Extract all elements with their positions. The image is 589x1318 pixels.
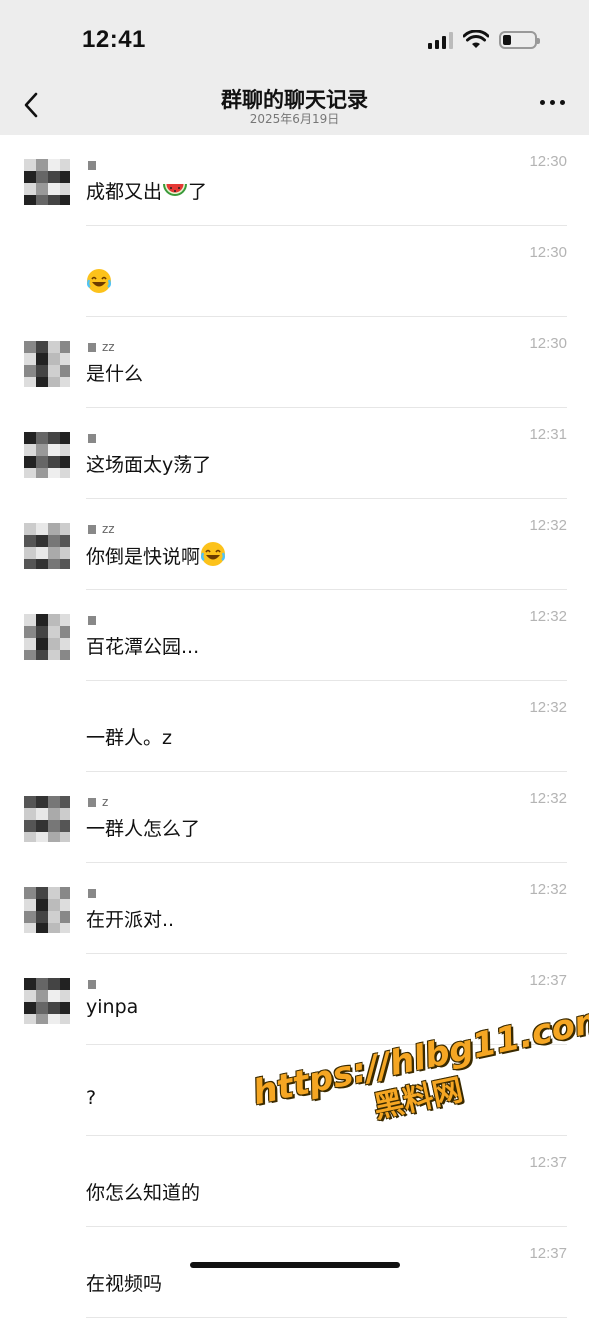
message-suffix: 了 (188, 181, 208, 203)
sender-name (88, 157, 96, 173)
message-body: 你倒是快说啊 (86, 546, 201, 568)
message-text: 百花潭公园... (86, 632, 199, 659)
message-text: 这场面太y荡了 (86, 450, 211, 477)
sender-tag: z (102, 795, 109, 809)
message-time: 12:30 (529, 153, 567, 170)
message-time: 12:30 (529, 244, 567, 261)
sender-name (88, 885, 96, 901)
message-text: 你怎么知道的 (86, 1178, 200, 1205)
message-body: 在开派对.. (86, 909, 175, 931)
message-text: 在视频吗 (86, 1269, 162, 1296)
message-row[interactable]: 12:32 一群人。z (0, 681, 589, 772)
sender-name (88, 430, 96, 446)
message-body: 你怎么知道的 (86, 1182, 201, 1204)
message-time: 12:31 (529, 426, 567, 443)
message-time: 12:37 (529, 972, 567, 989)
message-row[interactable]: 12:32 百花潭公园... (0, 590, 589, 681)
sender-name: zz (88, 339, 115, 355)
sender-name (88, 612, 96, 628)
message-body: 在视频吗 (86, 1273, 163, 1295)
message-text: 在开派对.. (86, 905, 174, 932)
avatar[interactable] (24, 341, 70, 387)
status-bar: 12:41 (0, 0, 589, 80)
message-text: ? (86, 1087, 96, 1109)
wifi-icon (463, 30, 489, 48)
sender-tag: zz (102, 340, 115, 354)
message-body: 一群人。z (86, 727, 172, 749)
avatar[interactable] (24, 159, 70, 205)
message-text: 你倒是快说啊 (86, 541, 226, 569)
home-indicator[interactable] (190, 1262, 400, 1268)
message-row[interactable]: 12:37 在视频吗 (0, 1227, 589, 1318)
sender-tag: zz (102, 522, 115, 536)
message-time: 12:37 (529, 1154, 567, 1171)
laughing-emoji-icon (201, 542, 226, 566)
message-text (86, 268, 112, 295)
avatar[interactable] (24, 614, 70, 660)
message-row[interactable]: 12:30 (0, 226, 589, 317)
sender-name: zz (88, 521, 115, 537)
more-dots-icon[interactable] (540, 100, 565, 105)
laughing-emoji-icon (87, 269, 111, 293)
message-time: 12:32 (529, 881, 567, 898)
avatar[interactable] (24, 978, 70, 1024)
message-row[interactable]: z 12:32 一群人怎么了 (0, 772, 589, 863)
watermelon-emoji-icon (163, 184, 188, 196)
message-time: 12:30 (529, 335, 567, 352)
message-text: yinpa (86, 996, 138, 1018)
avatar[interactable] (24, 432, 70, 478)
message-row[interactable]: zz 12:32 你倒是快说啊 (0, 499, 589, 590)
message-text: 一群人。z (86, 723, 172, 750)
message-text: 成都又出 了 (86, 177, 207, 204)
message-body: 成都又出 (86, 181, 163, 203)
message-row[interactable]: 12:37 你怎么知道的 (0, 1136, 589, 1227)
message-row[interactable]: ? (0, 1045, 589, 1136)
message-row[interactable]: 12:32 在开派对.. (0, 863, 589, 954)
message-time: 12:32 (529, 517, 567, 534)
message-time: 12:32 (529, 699, 567, 716)
status-time: 12:41 (82, 26, 146, 53)
sender-name (88, 976, 96, 992)
status-icons (428, 30, 540, 50)
nav-bar: 群聊的聊天记录 2025年6月19日 (0, 80, 589, 135)
message-body: 这场面太y荡了 (86, 454, 212, 476)
page-date: 2025年6月19日 (249, 112, 340, 126)
message-row[interactable]: 12:30 成都又出 了 (0, 135, 589, 226)
message-row[interactable]: 12:37 yinpa (0, 954, 589, 1045)
avatar[interactable] (24, 796, 70, 842)
message-body: ? (86, 1087, 97, 1109)
avatar[interactable] (24, 887, 70, 933)
message-row[interactable]: zz 12:30 是什么 (0, 317, 589, 408)
message-row[interactable]: 12:31 这场面太y荡了 (0, 408, 589, 499)
battery-icon (499, 31, 540, 49)
cellular-signal-icon (428, 31, 453, 49)
message-body: yinpa (86, 996, 139, 1018)
message-body: 是什么 (86, 363, 144, 385)
message-text: 是什么 (86, 359, 143, 386)
message-body: 一群人怎么了 (86, 818, 201, 840)
message-time: 12:32 (529, 608, 567, 625)
message-text: 一群人怎么了 (86, 814, 200, 841)
message-time: 12:37 (529, 1245, 567, 1262)
avatar[interactable] (24, 523, 70, 569)
sender-name: z (88, 794, 108, 810)
message-body: 百花潭公园... (86, 636, 200, 658)
message-time: 12:32 (529, 790, 567, 807)
